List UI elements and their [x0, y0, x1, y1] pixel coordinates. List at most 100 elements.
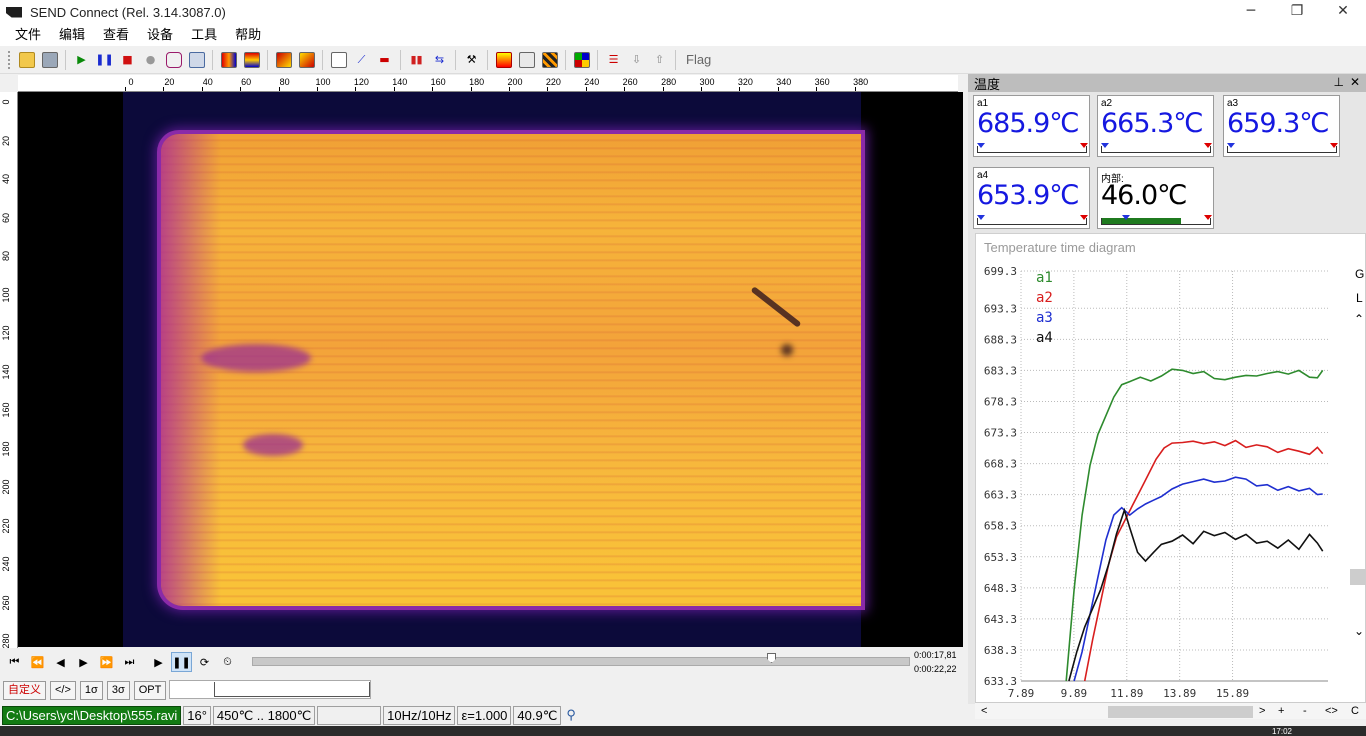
- measure-tile-internal[interactable]: 内部: 46.0℃: [1097, 167, 1214, 229]
- isotherm-icon[interactable]: [540, 50, 560, 70]
- search-icon[interactable]: ⚲: [563, 705, 579, 725]
- ruler-x-label: 240: [584, 77, 600, 87]
- ruler-y-label: 280: [1, 633, 11, 649]
- graph-icon[interactable]: ⟋: [352, 50, 372, 70]
- internal-temperature: 40.9℃: [513, 705, 562, 725]
- measure-tile-a4[interactable]: a4 653.9℃: [973, 167, 1090, 229]
- ruler-x-tick: [777, 87, 779, 91]
- ruler-x-label: 340: [776, 77, 792, 87]
- toolbar-separator: [597, 49, 598, 70]
- ruler-x-tick: [240, 87, 242, 91]
- expand-button[interactable]: <>: [1325, 705, 1338, 717]
- save-icon[interactable]: [40, 50, 60, 70]
- toolbar-grip[interactable]: [8, 50, 11, 69]
- chart-scroll-up-icon[interactable]: ⌃: [1354, 312, 1364, 326]
- auto-range-button[interactable]: </>: [50, 680, 76, 700]
- close-button[interactable]: ✕: [1320, 0, 1366, 24]
- report-icon[interactable]: [329, 50, 349, 70]
- camera-icon[interactable]: [164, 50, 184, 70]
- record-icon[interactable]: ●: [141, 50, 161, 70]
- title-bar: SEND Connect (Rel. 3.14.3087.0) ─ ❐ ✕: [0, 0, 1366, 24]
- ruler-y-label: 160: [1, 402, 11, 418]
- chart-c-button[interactable]: C: [1351, 705, 1359, 717]
- menu-edit[interactable]: 编辑: [50, 24, 94, 46]
- tools-icon[interactable]: ⚒: [462, 50, 482, 70]
- menu-device[interactable]: 设备: [138, 24, 182, 46]
- scroll-left-icon[interactable]: <: [981, 705, 987, 717]
- play-icon[interactable]: ▶: [148, 652, 169, 672]
- scale-range-slider[interactable]: [169, 680, 371, 699]
- menu-tools[interactable]: 工具: [182, 24, 226, 46]
- menu-help[interactable]: 帮助: [226, 24, 270, 46]
- three-sigma-button[interactable]: 3σ: [106, 680, 130, 700]
- pause-icon[interactable]: ❚❚: [171, 652, 192, 672]
- step-forward-icon[interactable]: ▶: [73, 652, 94, 672]
- compare-icon[interactable]: ⇆: [430, 50, 450, 70]
- loop-icon[interactable]: ⟳: [194, 652, 215, 672]
- panel-close-icon[interactable]: ✕: [1350, 75, 1360, 89]
- hscroll-thumb[interactable]: [1108, 706, 1253, 718]
- zoom-in-button[interactable]: +: [1278, 705, 1284, 717]
- minimize-button[interactable]: ─: [1228, 0, 1274, 24]
- level-icon[interactable]: [517, 50, 537, 70]
- line-profile-icon[interactable]: ▬: [375, 50, 395, 70]
- fast-forward-icon[interactable]: ⏩: [96, 652, 117, 672]
- grid-palette-icon[interactable]: [572, 50, 592, 70]
- menu-view[interactable]: 查看: [94, 24, 138, 46]
- ruler-x-tick: [393, 87, 395, 91]
- scroll-right-icon[interactable]: >: [1259, 705, 1265, 717]
- ruler-x-label: 200: [507, 77, 523, 87]
- maximize-button[interactable]: ❐: [1274, 0, 1320, 24]
- time-current: 0:00:17,81: [914, 650, 957, 660]
- color-scale-icon[interactable]: [494, 50, 514, 70]
- skip-end-icon[interactable]: ⏭: [119, 652, 140, 672]
- seek-slider[interactable]: [252, 653, 910, 666]
- chart-l-button[interactable]: L: [1356, 291, 1363, 305]
- temperature-time-chart[interactable]: Temperature time diagram 699.3 693.3 688.3…: [975, 233, 1366, 719]
- toolbar-separator: [322, 49, 323, 70]
- ruler-y-label: 180: [1, 440, 11, 457]
- pin-icon[interactable]: ⊥: [1334, 75, 1344, 89]
- menu-file[interactable]: 文件: [6, 24, 50, 46]
- histogram-icon[interactable]: ▮▮: [407, 50, 427, 70]
- ruler-y-label: 120: [1, 325, 11, 341]
- custom-scale-button[interactable]: 自定义: [3, 680, 46, 700]
- export-up-icon[interactable]: ⇧: [650, 50, 670, 70]
- fast-rewind-icon[interactable]: ⏪: [27, 652, 48, 672]
- pause-icon[interactable]: ❚❚: [95, 50, 115, 70]
- copy-icon[interactable]: [187, 50, 207, 70]
- scale-range-handles[interactable]: [214, 682, 370, 697]
- step-back-icon[interactable]: ◀: [50, 652, 71, 672]
- seek-slider-thumb[interactable]: [767, 653, 777, 663]
- image-import-icon[interactable]: [297, 50, 317, 70]
- legend-entry-a3: a3: [1036, 310, 1053, 326]
- stop-icon[interactable]: ■: [118, 50, 138, 70]
- measure-line-icon[interactable]: ☰: [604, 50, 624, 70]
- play-icon[interactable]: ▶: [72, 50, 92, 70]
- max-marker-icon: [1204, 215, 1212, 220]
- flag-button[interactable]: Flag: [686, 52, 711, 67]
- zoom-out-button[interactable]: -: [1303, 705, 1307, 717]
- temperature-range: 450℃ .. 1800℃: [212, 705, 316, 725]
- speed-icon[interactable]: ⏲: [217, 652, 238, 672]
- one-sigma-button[interactable]: 1σ: [79, 680, 103, 700]
- measure-tile-a2[interactable]: a2 665.3℃: [1097, 95, 1214, 157]
- measure-tile-a1[interactable]: a1 685.9℃: [973, 95, 1090, 157]
- chart-horizontal-scrollbar[interactable]: < > + - <> C: [975, 702, 1366, 719]
- chart-scroll-down-icon[interactable]: ⌄: [1354, 624, 1364, 638]
- thermal-image-viewport[interactable]: [18, 92, 963, 647]
- export-down-icon[interactable]: ⇩: [627, 50, 647, 70]
- open-folder-icon[interactable]: [17, 50, 37, 70]
- chart-vscroll-thumb[interactable]: [1350, 569, 1366, 585]
- palette-icon[interactable]: [219, 50, 239, 70]
- chart-plot[interactable]: 699.3 693.3 688.3 683.3 678.3 673.3 668.3 663.3…: [976, 234, 1366, 704]
- palette-edit-icon[interactable]: [242, 50, 262, 70]
- skip-start-icon[interactable]: ⏮: [4, 652, 25, 672]
- thermal-image[interactable]: [123, 92, 861, 647]
- chart-g-button[interactable]: G: [1355, 267, 1364, 281]
- ruler-x-label: 280: [661, 77, 677, 87]
- image-export-icon[interactable]: [274, 50, 294, 70]
- measure-tile-a3[interactable]: a3 659.3℃: [1223, 95, 1340, 157]
- opt-button[interactable]: OPT: [133, 680, 167, 700]
- ruler-y-label: 0: [1, 99, 11, 105]
